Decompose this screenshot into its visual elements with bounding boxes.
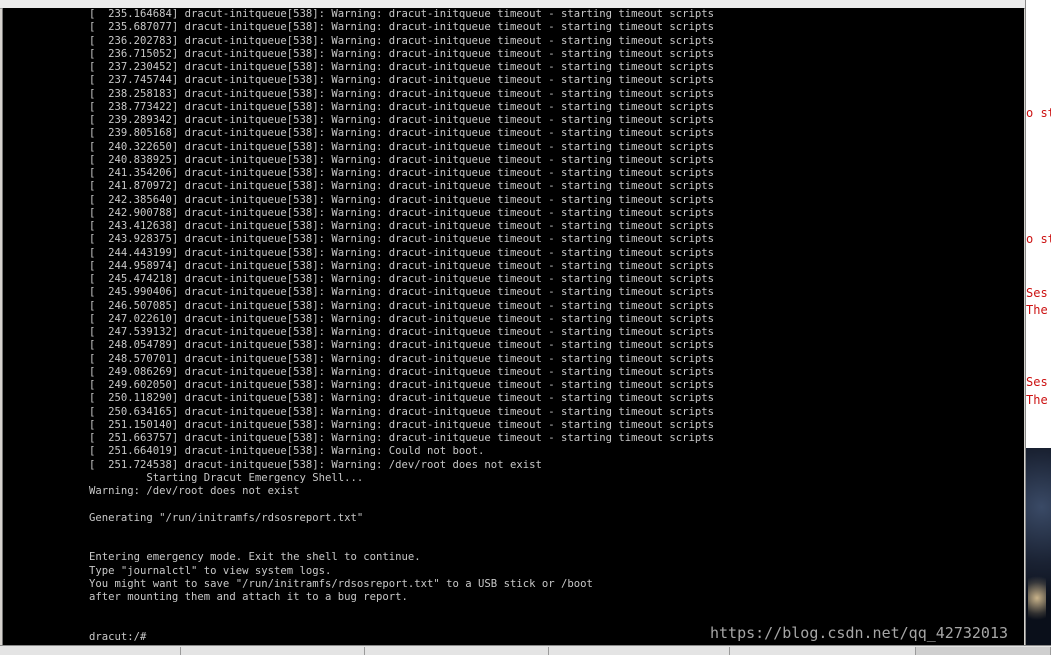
console-line: [ 244.958974] dracut-initqueue[538]: War… [89, 259, 715, 272]
console-line: [ 239.289342] dracut-initqueue[538]: War… [89, 114, 715, 126]
console-line: [ 241.354206] dracut-initqueue[538]: War… [89, 167, 715, 179]
terminal-console[interactable]: [ 235.164684] dracut-initqueue[538]: War… [2, 8, 1024, 645]
console-line: [ 245.990406] dracut-initqueue[538]: War… [89, 286, 715, 299]
console-line: [ 238.258183] dracut-initqueue[538]: War… [89, 87, 715, 100]
console-line: [ 248.054789] dracut-initqueue[538]: War… [89, 339, 715, 352]
console-line: You might want to save "/run/initramfs/r… [89, 577, 593, 590]
watermark-url: https://blog.csdn.net/qq_42732013 [710, 624, 1009, 642]
side-text-fragment: o st [1026, 106, 1051, 120]
console-line: [ 250.634165] dracut-initqueue[538]: War… [89, 405, 715, 418]
console-line: [ 249.602050] dracut-initqueue[538]: War… [89, 379, 715, 391]
console-line: [ 242.900788] dracut-initqueue[538]: War… [89, 206, 715, 219]
console-line: Entering emergency mode. Exit the shell … [89, 551, 421, 564]
console-line: [ 247.022610] dracut-initqueue[538]: War… [89, 312, 715, 325]
console-line: [ 242.385640] dracut-initqueue[538]: War… [89, 193, 715, 206]
console-line: [ 237.230452] dracut-initqueue[538]: War… [89, 61, 715, 73]
console-line: [ 244.443199] dracut-initqueue[538]: War… [89, 246, 715, 259]
console-line: [ 251.150140] dracut-initqueue[538]: War… [89, 418, 715, 431]
console-line: [ 236.202783] dracut-initqueue[538]: War… [89, 34, 715, 47]
console-line: [ 251.724538] dracut-initqueue[538]: War… [89, 458, 542, 471]
console-line: [ 247.539132] dracut-initqueue[538]: War… [89, 326, 715, 338]
console-line: Generating "/run/initramfs/rdsosreport.t… [89, 511, 364, 524]
console-line: [ 241.870972] dracut-initqueue[538]: War… [89, 180, 715, 193]
console-line: [ 246.507085] dracut-initqueue[538]: War… [89, 299, 715, 312]
background-window-edge: o st o st Ses The Ses The [1025, 0, 1051, 645]
console-line: dracut:/# [89, 630, 147, 643]
console-line: [ 248.570701] dracut-initqueue[538]: War… [89, 352, 715, 365]
console-line: [ 243.928375] dracut-initqueue[538]: War… [89, 233, 715, 246]
console-line: [ 240.322650] dracut-initqueue[538]: War… [89, 140, 715, 153]
console-line: [ 236.715052] dracut-initqueue[538]: War… [89, 47, 715, 60]
console-line: [ 250.118290] dracut-initqueue[538]: War… [89, 392, 715, 405]
console-line: [ 249.086269] dracut-initqueue[538]: War… [89, 365, 715, 378]
console-line: [ 240.838925] dracut-initqueue[538]: War… [89, 153, 715, 166]
console-line: [ 251.663757] dracut-initqueue[538]: War… [89, 432, 715, 444]
console-line: [ 239.805168] dracut-initqueue[538]: War… [89, 127, 715, 140]
side-text-fragment: Ses [1026, 286, 1048, 300]
console-line: after mounting them and attach it to a b… [89, 591, 408, 603]
console-line: Warning: /dev/root does not exist [89, 485, 300, 497]
console-line: [ 235.164684] dracut-initqueue[538]: War… [89, 8, 715, 20]
desktop-wallpaper-thumbnail [1026, 448, 1051, 645]
console-line: Starting Dracut Emergency Shell... [89, 471, 364, 484]
console-line: Type "journalctl" to view system logs. [89, 564, 332, 577]
console-line: [ 245.474218] dracut-initqueue[538]: War… [89, 273, 715, 285]
console-line: [ 238.773422] dracut-initqueue[538]: War… [89, 100, 715, 113]
console-line: [ 251.664019] dracut-initqueue[538]: War… [89, 445, 485, 458]
console-line: [ 237.745744] dracut-initqueue[538]: War… [89, 74, 715, 87]
side-text-fragment: Ses [1026, 375, 1048, 389]
side-text-fragment: The [1026, 393, 1048, 407]
console-line: [ 235.687077] dracut-initqueue[538]: War… [89, 21, 715, 34]
console-output: [ 235.164684] dracut-initqueue[538]: War… [89, 8, 714, 644]
side-text-fragment: The [1026, 303, 1048, 317]
side-text-fragment: o st [1026, 232, 1051, 246]
console-line: [ 243.412638] dracut-initqueue[538]: War… [89, 220, 715, 232]
